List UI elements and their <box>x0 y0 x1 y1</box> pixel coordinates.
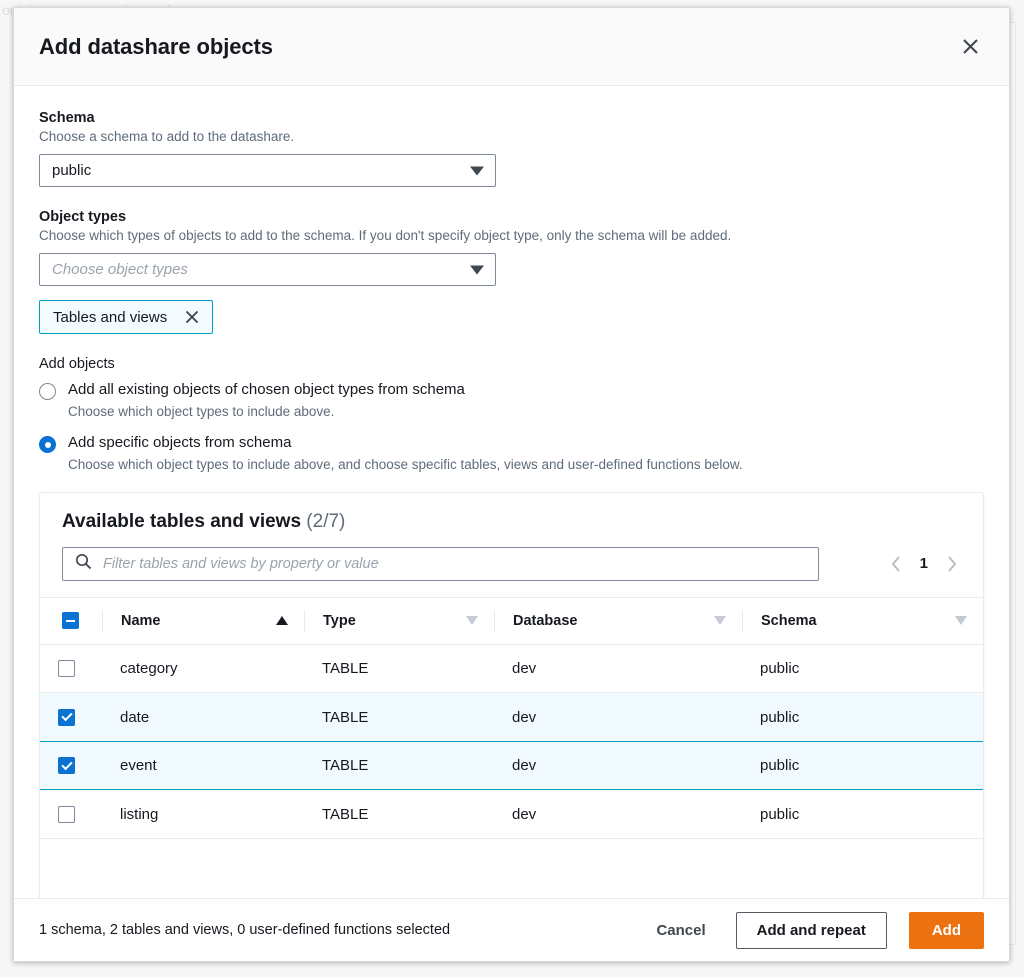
schema-label: Schema <box>39 110 984 126</box>
row-schema: public <box>742 790 983 839</box>
row-name: event <box>102 741 304 790</box>
row-checkbox-cell <box>40 790 102 839</box>
page-title: Add datashare objects <box>39 34 953 60</box>
select-all-header <box>40 597 102 644</box>
row-type: TABLE <box>304 790 494 839</box>
select-all-checkbox[interactable] <box>62 612 79 629</box>
row-type: TABLE <box>304 693 494 742</box>
pagination-page-1[interactable]: 1 <box>920 555 928 572</box>
panel-header: Available tables and views (2/7) <box>40 493 983 533</box>
column-header-schema-label: Schema <box>761 613 817 629</box>
close-icon[interactable] <box>183 308 201 326</box>
row-type: TABLE <box>304 741 494 790</box>
column-header-database-label: Database <box>513 613 577 629</box>
add-objects-group: Add objects Add all existing objects of … <box>39 356 984 473</box>
schema-field: Schema Choose a schema to add to the dat… <box>39 110 984 187</box>
cancel-button[interactable]: Cancel <box>648 916 713 945</box>
row-schema: public <box>742 741 983 790</box>
add-and-repeat-button[interactable]: Add and repeat <box>736 912 887 949</box>
row-name: date <box>102 693 304 742</box>
row-checkbox[interactable] <box>58 660 75 677</box>
column-header-name-label: Name <box>121 613 161 629</box>
row-checkbox-cell <box>40 741 102 790</box>
modal-body: Schema Choose a schema to add to the dat… <box>14 86 1009 898</box>
table-row[interactable]: category TABLE dev public <box>40 644 983 693</box>
radio-all-existing-input[interactable] <box>39 383 56 400</box>
search-input[interactable] <box>101 555 806 573</box>
schema-description: Choose a schema to add to the datashare. <box>39 128 984 146</box>
radio-option-specific[interactable]: Add specific objects from schema Choose … <box>39 433 984 474</box>
tables-and-views-table: Name Type <box>40 597 983 839</box>
radio-all-existing-label: Add all existing objects of chosen objec… <box>68 381 465 398</box>
row-checkbox[interactable] <box>58 757 75 774</box>
column-header-schema[interactable]: Schema <box>742 597 983 644</box>
object-types-label: Object types <box>39 209 984 225</box>
object-types-description: Choose which types of objects to add to … <box>39 227 984 245</box>
row-type: TABLE <box>304 644 494 693</box>
row-checkbox[interactable] <box>58 709 75 726</box>
row-checkbox-cell <box>40 693 102 742</box>
panel-toolbar: 1 <box>40 533 983 597</box>
column-header-type-label: Type <box>323 613 356 629</box>
search-field[interactable] <box>62 547 819 581</box>
object-types-select-placeholder: Choose object types <box>52 261 188 278</box>
row-database: dev <box>494 644 742 693</box>
row-schema: public <box>742 644 983 693</box>
radio-specific-input[interactable] <box>39 436 56 453</box>
sort-icon[interactable] <box>714 616 726 625</box>
column-header-name[interactable]: Name <box>102 597 304 644</box>
search-icon <box>75 553 92 575</box>
panel-title-text: Available tables and views <box>62 511 301 532</box>
radio-all-existing-description: Choose which object types to include abo… <box>68 403 984 421</box>
row-name: listing <box>102 790 304 839</box>
add-objects-label: Add objects <box>39 356 984 372</box>
object-type-token-label: Tables and views <box>53 309 167 326</box>
add-button[interactable]: Add <box>909 912 984 949</box>
row-database: dev <box>494 693 742 742</box>
chevron-left-icon[interactable] <box>887 553 906 575</box>
row-name: category <box>102 644 304 693</box>
pagination: 1 <box>887 553 961 575</box>
radio-option-all-existing[interactable]: Add all existing objects of chosen objec… <box>39 380 984 421</box>
chevron-right-icon[interactable] <box>942 553 961 575</box>
table-header-row: Name Type <box>40 597 983 644</box>
table-row[interactable]: date TABLE dev public <box>40 693 983 742</box>
chevron-down-icon <box>470 166 484 175</box>
object-types-select[interactable]: Choose object types <box>39 253 496 286</box>
selection-status-text: 1 schema, 2 tables and views, 0 user-def… <box>39 922 626 938</box>
sort-icon[interactable] <box>955 616 967 625</box>
sort-icon[interactable] <box>466 616 478 625</box>
chevron-down-icon <box>470 265 484 274</box>
schema-select-value: public <box>52 162 91 179</box>
screen: ontain two consecutive underscores. Add … <box>0 0 1024 977</box>
panel-selection-counter: (2/7) <box>306 511 345 532</box>
available-tables-panel: Available tables and views (2/7) <box>39 492 984 898</box>
close-icon[interactable] <box>953 30 987 64</box>
row-checkbox-cell <box>40 644 102 693</box>
row-database: dev <box>494 741 742 790</box>
object-type-token[interactable]: Tables and views <box>39 300 213 334</box>
modal-header: Add datashare objects <box>14 8 1009 86</box>
row-schema: public <box>742 693 983 742</box>
table-row[interactable]: event TABLE dev public <box>40 741 983 790</box>
object-types-field: Object types Choose which types of objec… <box>39 209 984 334</box>
sort-ascending-icon[interactable] <box>276 616 288 625</box>
modal-footer: 1 schema, 2 tables and views, 0 user-def… <box>14 898 1009 961</box>
panel-title: Available tables and views (2/7) <box>62 511 961 533</box>
add-datashare-objects-modal: Add datashare objects Schema Choose a sc… <box>13 7 1010 962</box>
column-header-database[interactable]: Database <box>494 597 742 644</box>
radio-specific-description: Choose which object types to include abo… <box>68 456 984 474</box>
schema-select[interactable]: public <box>39 154 496 187</box>
row-database: dev <box>494 790 742 839</box>
radio-specific-label: Add specific objects from schema <box>68 434 291 451</box>
table-row[interactable]: listing TABLE dev public <box>40 790 983 839</box>
row-checkbox[interactable] <box>58 806 75 823</box>
column-header-type[interactable]: Type <box>304 597 494 644</box>
